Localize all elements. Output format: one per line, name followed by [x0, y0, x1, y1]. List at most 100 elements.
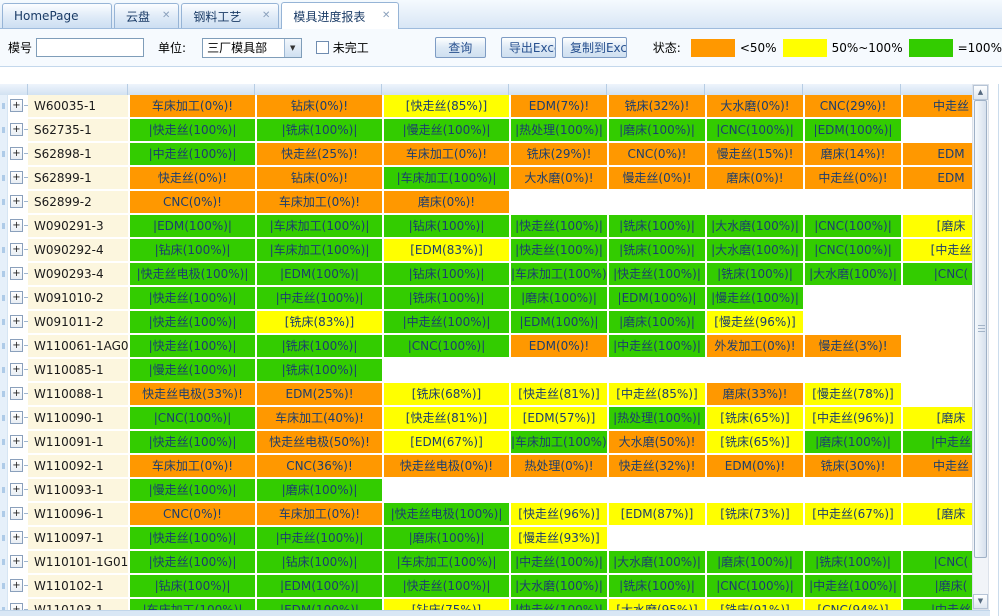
- process-cell[interactable]: CNC(0%)!: [609, 143, 705, 165]
- plus-icon[interactable]: +: [10, 123, 23, 136]
- process-cell[interactable]: |快走丝(100%)|: [130, 527, 255, 549]
- mold-id-cell[interactable]: W110097-1: [28, 527, 128, 549]
- process-cell[interactable]: |中走丝: [903, 431, 972, 453]
- expand-button[interactable]: +: [8, 95, 28, 117]
- process-cell[interactable]: |车床加工(100%)|: [511, 263, 607, 285]
- process-cell[interactable]: |CNC(100%)|: [805, 239, 901, 261]
- process-cell[interactable]: |快走丝(100%)|: [130, 431, 255, 453]
- process-cell[interactable]: [磨床: [903, 503, 972, 525]
- process-cell[interactable]: [中走丝(96%)]: [805, 407, 901, 429]
- expand-button[interactable]: +: [8, 599, 28, 610]
- process-cell[interactable]: |磨床(100%)|: [609, 119, 705, 141]
- process-cell[interactable]: 快走丝(0%)!: [130, 167, 255, 189]
- process-cell[interactable]: |CNC(100%)|: [130, 407, 255, 429]
- process-cell[interactable]: 车床加工(0%)!: [384, 143, 509, 165]
- expand-button[interactable]: +: [8, 287, 28, 309]
- process-cell[interactable]: |EDM(100%)|: [257, 599, 382, 610]
- process-cell[interactable]: |快走丝(100%)|: [130, 119, 255, 141]
- close-icon[interactable]: ✕: [150, 11, 170, 21]
- expand-button[interactable]: +: [8, 503, 28, 525]
- process-cell[interactable]: 外发加工(0%)!: [707, 335, 803, 357]
- process-cell[interactable]: |EDM(100%)|: [130, 215, 255, 237]
- expand-button[interactable]: +: [8, 119, 28, 141]
- process-cell[interactable]: |车床加工(100%)|: [257, 239, 382, 261]
- process-cell[interactable]: |CNC(100%)|: [707, 575, 803, 597]
- process-cell[interactable]: |CNC(: [903, 551, 972, 573]
- process-cell[interactable]: [磨床: [903, 407, 972, 429]
- process-cell[interactable]: |铣床(100%)|: [257, 359, 382, 381]
- process-cell[interactable]: |快走丝(100%)|: [130, 287, 255, 309]
- tab-HomePage[interactable]: HomePage: [2, 3, 112, 28]
- process-cell[interactable]: |大水磨(100%)|: [609, 551, 705, 573]
- process-cell[interactable]: 车床加工(0%)!: [130, 455, 255, 477]
- mold-id-cell[interactable]: W110091-1: [28, 431, 128, 453]
- expand-button[interactable]: +: [8, 575, 28, 597]
- plus-icon[interactable]: +: [10, 555, 23, 568]
- mold-id-cell[interactable]: W091011-2: [28, 311, 128, 333]
- process-cell[interactable]: |大水磨(100%)|: [707, 239, 803, 261]
- process-cell[interactable]: 中走丝: [903, 455, 972, 477]
- mold-id-cell[interactable]: W110061-1AG01: [28, 335, 128, 357]
- mold-id-cell[interactable]: W110103-1: [28, 599, 128, 610]
- expand-button[interactable]: +: [8, 359, 28, 381]
- process-cell[interactable]: |热处理(100%)|: [511, 119, 607, 141]
- process-cell[interactable]: |EDM(100%)|: [257, 575, 382, 597]
- process-cell[interactable]: |中走丝(100%)|: [511, 551, 607, 573]
- process-cell[interactable]: CNC(0%)!: [130, 191, 255, 213]
- copy-to-excel-button[interactable]: 复制到Exce: [562, 37, 627, 58]
- process-cell[interactable]: 车床加工(0%)!: [257, 503, 382, 525]
- mold-id-cell[interactable]: W090292-4: [28, 239, 128, 261]
- process-cell[interactable]: 慢走丝(15%)!: [707, 143, 803, 165]
- process-cell[interactable]: |铣床(100%)|: [257, 119, 382, 141]
- expand-button[interactable]: +: [8, 527, 28, 549]
- process-cell[interactable]: |慢走丝(100%)|: [384, 119, 509, 141]
- process-cell[interactable]: CNC(29%)!: [805, 95, 901, 117]
- expand-button[interactable]: +: [8, 383, 28, 405]
- mold-id-cell[interactable]: S62735-1: [28, 119, 128, 141]
- scroll-down-icon[interactable]: ▼: [973, 594, 988, 609]
- vertical-scrollbar[interactable]: ▲ ▼: [972, 84, 989, 610]
- plus-icon[interactable]: +: [10, 459, 23, 472]
- expand-button[interactable]: +: [8, 455, 28, 477]
- process-cell[interactable]: [中走丝(85%)]: [609, 383, 705, 405]
- mold-id-cell[interactable]: S62899-1: [28, 167, 128, 189]
- process-cell[interactable]: 热处理(0%)!: [511, 455, 607, 477]
- process-cell[interactable]: 快走丝(25%)!: [257, 143, 382, 165]
- expand-button[interactable]: +: [8, 551, 28, 573]
- process-cell[interactable]: [EDM(67%)]: [384, 431, 509, 453]
- process-cell[interactable]: |快走丝(100%)|: [384, 575, 509, 597]
- process-cell[interactable]: |CNC(100%)|: [707, 119, 803, 141]
- process-cell[interactable]: |钻床(100%)|: [130, 575, 255, 597]
- process-cell[interactable]: CNC(0%)!: [130, 503, 255, 525]
- process-cell[interactable]: [快走丝(81%)]: [511, 383, 607, 405]
- expand-button[interactable]: +: [8, 143, 28, 165]
- process-cell[interactable]: 快走丝电极(0%)!: [384, 455, 509, 477]
- process-cell[interactable]: [CNC(94%)]: [805, 599, 901, 610]
- plus-icon[interactable]: +: [10, 387, 23, 400]
- plus-icon[interactable]: +: [10, 267, 23, 280]
- scrollbar-thumb[interactable]: [974, 100, 987, 558]
- process-cell[interactable]: [中走丝(67%)]: [805, 503, 901, 525]
- process-cell[interactable]: |CNC(100%)|: [384, 335, 509, 357]
- process-cell[interactable]: |车床加工(100%)|: [384, 167, 509, 189]
- plus-icon[interactable]: +: [10, 363, 23, 376]
- process-cell[interactable]: |EDM(100%)|: [511, 311, 607, 333]
- process-cell[interactable]: |大水磨(100%)|: [805, 263, 901, 285]
- mold-id-cell[interactable]: W110101-1G01: [28, 551, 128, 573]
- process-cell[interactable]: |车床加工(100%)|: [130, 599, 255, 610]
- plus-icon[interactable]: +: [10, 291, 23, 304]
- process-cell[interactable]: |钻床(100%)|: [257, 551, 382, 573]
- process-cell[interactable]: |铣床(100%)|: [609, 215, 705, 237]
- plus-icon[interactable]: +: [10, 603, 23, 610]
- scroll-up-icon[interactable]: ▲: [973, 85, 988, 100]
- process-cell[interactable]: [铣床(65%)]: [707, 407, 803, 429]
- process-cell[interactable]: [EDM(87%)]: [609, 503, 705, 525]
- process-cell[interactable]: 磨床(33%)!: [707, 383, 803, 405]
- process-cell[interactable]: |大水磨(100%)|: [707, 215, 803, 237]
- process-cell[interactable]: |铣床(100%)|: [384, 287, 509, 309]
- process-cell[interactable]: |磨床(: [903, 575, 972, 597]
- plus-icon[interactable]: +: [10, 483, 23, 496]
- process-cell[interactable]: |磨床(100%)|: [384, 527, 509, 549]
- process-cell[interactable]: 快走丝(32%)!: [609, 455, 705, 477]
- process-cell[interactable]: |快走丝(100%)|: [609, 263, 705, 285]
